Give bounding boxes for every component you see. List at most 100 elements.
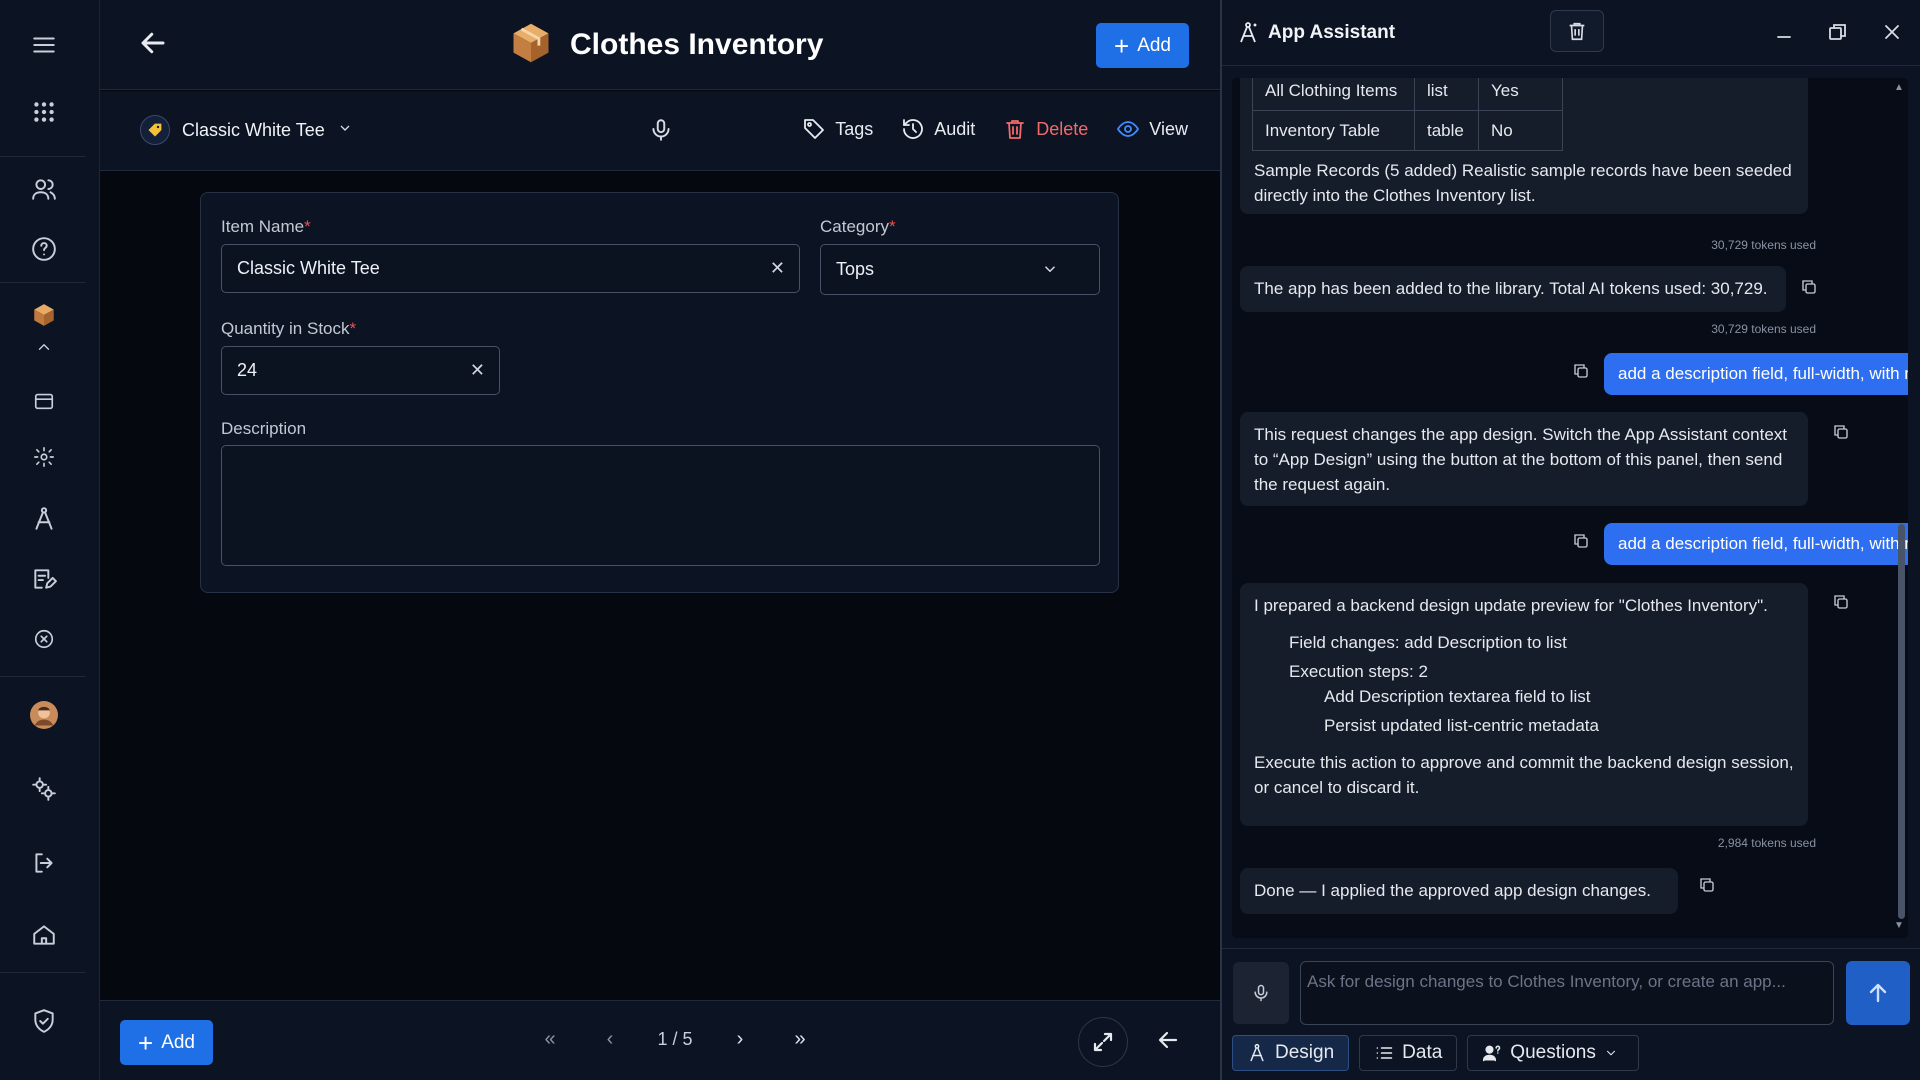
microphone-icon[interactable] (1233, 962, 1289, 1024)
close-circle-icon[interactable] (25, 620, 63, 658)
back-arrow-icon[interactable] (1156, 1028, 1180, 1057)
add-record-button[interactable]: + Add (1096, 23, 1189, 68)
restore-icon[interactable] (1826, 20, 1850, 44)
help-icon[interactable] (25, 230, 63, 268)
calendar-window-icon[interactable] (25, 382, 63, 420)
composer: Ask for design changes to Clothes Invent… (1222, 948, 1920, 1080)
design-table: All Clothing Items list Yes Inventory Ta… (1252, 78, 1563, 151)
title-group: Clothes Inventory (510, 18, 823, 72)
delete-label: Delete (1036, 118, 1089, 139)
first-page-icon[interactable]: « (520, 1028, 580, 1051)
tab-design[interactable]: Design (1232, 1035, 1350, 1071)
quantity-input[interactable]: 24 ✕ (221, 346, 500, 395)
assistant-compass-icon (1240, 22, 1257, 43)
list-icon (1376, 1047, 1393, 1059)
token-count: 30,729 tokens used (1711, 322, 1816, 336)
shield-check-icon[interactable] (25, 1002, 63, 1040)
page-indicator: 1 / 5 (657, 1029, 693, 1049)
assistant-input[interactable]: Ask for design changes to Clothes Invent… (1300, 961, 1834, 1025)
category-value: Tops (836, 259, 875, 279)
chevron-up-icon[interactable] (25, 334, 63, 360)
left-rail (0, 0, 100, 1080)
assistant-panel: App Assistant All Clothing Items list Ye… (1220, 0, 1920, 1080)
view-button[interactable]: View (1116, 117, 1188, 141)
message-text: Execution steps: 2 (1289, 662, 1428, 681)
context-tabs: Design Data Questions (1232, 1035, 1639, 1071)
assistant-header: App Assistant (1222, 0, 1920, 66)
add-button-label: Add (161, 1031, 195, 1053)
audit-label: Audit (934, 118, 976, 139)
next-page-icon[interactable]: › (710, 1028, 770, 1051)
item-name-input[interactable]: Classic White Tee ✕ (221, 244, 800, 293)
settings-gear-icon[interactable] (25, 438, 63, 476)
scrollbar-thumb[interactable] (1898, 524, 1905, 919)
view-label: View (1149, 118, 1188, 139)
trash-icon (1006, 120, 1025, 139)
assistant-title: App Assistant (1236, 21, 1395, 45)
minimize-icon[interactable] (1772, 20, 1796, 44)
clear-icon[interactable]: ✕ (470, 360, 485, 381)
home-icon[interactable] (25, 916, 63, 954)
chevron-down-icon (1606, 1050, 1615, 1056)
design-compass-icon[interactable] (25, 500, 63, 538)
copy-icon[interactable] (1572, 362, 1590, 380)
edit-note-icon[interactable] (25, 560, 63, 598)
copy-icon[interactable] (1698, 876, 1716, 894)
user-avatar[interactable] (25, 696, 63, 734)
clear-chat-button[interactable] (1550, 10, 1604, 52)
assistant-message: I prepared a backend design update previ… (1240, 583, 1808, 826)
clear-icon[interactable]: ✕ (770, 258, 785, 279)
chevron-down-icon (337, 120, 353, 141)
add-button-label: Add (1137, 34, 1171, 56)
history-icon (903, 119, 924, 139)
admin-settings-icon[interactable] (25, 770, 63, 808)
chat-thread[interactable]: All Clothing Items list Yes Inventory Ta… (1232, 78, 1908, 938)
send-button[interactable] (1846, 961, 1910, 1025)
tags-button[interactable]: Tags (802, 117, 873, 141)
package-logo-icon (510, 20, 552, 71)
token-count: 2,984 tokens used (1717, 836, 1816, 850)
back-arrow-icon[interactable] (138, 28, 172, 62)
top-bar: Clothes Inventory + Add (100, 0, 1220, 90)
category-select[interactable]: Tops (820, 244, 1100, 295)
trash-icon (1569, 22, 1585, 41)
app-root: Clothes Inventory + Add Classic White Te… (0, 0, 1920, 1080)
eye-icon (1117, 121, 1140, 137)
rail-divider (0, 282, 86, 283)
tag-icon (804, 119, 825, 139)
tab-data[interactable]: Data (1359, 1035, 1458, 1071)
hamburger-menu-icon[interactable] (25, 26, 63, 64)
chat-scrollbar[interactable]: ▲ ▼ (1894, 82, 1906, 931)
arrow-up-icon (1869, 983, 1887, 1003)
apps-grid-icon[interactable] (25, 93, 63, 131)
microphone-icon[interactable] (648, 117, 674, 148)
description-textarea[interactable] (221, 445, 1100, 566)
message-text: Persist updated list-centric metadata (1324, 716, 1599, 735)
copy-icon[interactable] (1832, 423, 1850, 441)
copy-icon[interactable] (1572, 532, 1590, 550)
assistant-message: This request changes the app design. Swi… (1240, 412, 1808, 506)
table-row: All Clothing Items list Yes (1252, 78, 1563, 111)
delete-button[interactable]: Delete (1003, 117, 1088, 141)
plus-icon: + (1114, 30, 1130, 61)
copy-icon[interactable] (1800, 278, 1818, 296)
add-record-button-bottom[interactable]: + Add (120, 1020, 213, 1065)
package-app-icon[interactable] (25, 296, 63, 334)
audit-button[interactable]: Audit (901, 117, 975, 141)
copy-icon[interactable] (1832, 593, 1850, 611)
message-text: Field changes: add Description to list (1289, 633, 1567, 652)
pagination: « ‹ 1 / 5 › » (520, 1028, 830, 1051)
token-count: 30,729 tokens used (1711, 238, 1816, 252)
record-selector[interactable]: Classic White Tee (140, 115, 353, 145)
quantity-label: Quantity in Stock* (221, 319, 357, 338)
last-page-icon[interactable]: » (770, 1028, 830, 1051)
chevron-down-icon (1041, 260, 1059, 283)
item-name-value: Classic White Tee (237, 258, 380, 278)
users-icon[interactable] (25, 170, 63, 208)
record-form: Item Name* Classic White Tee ✕ Category*… (200, 192, 1119, 593)
expand-icon[interactable] (1078, 1017, 1128, 1067)
prev-page-icon[interactable]: ‹ (580, 1028, 640, 1051)
logout-icon[interactable] (25, 844, 63, 882)
close-icon[interactable] (1880, 20, 1904, 44)
tab-questions[interactable]: Questions (1467, 1035, 1639, 1071)
